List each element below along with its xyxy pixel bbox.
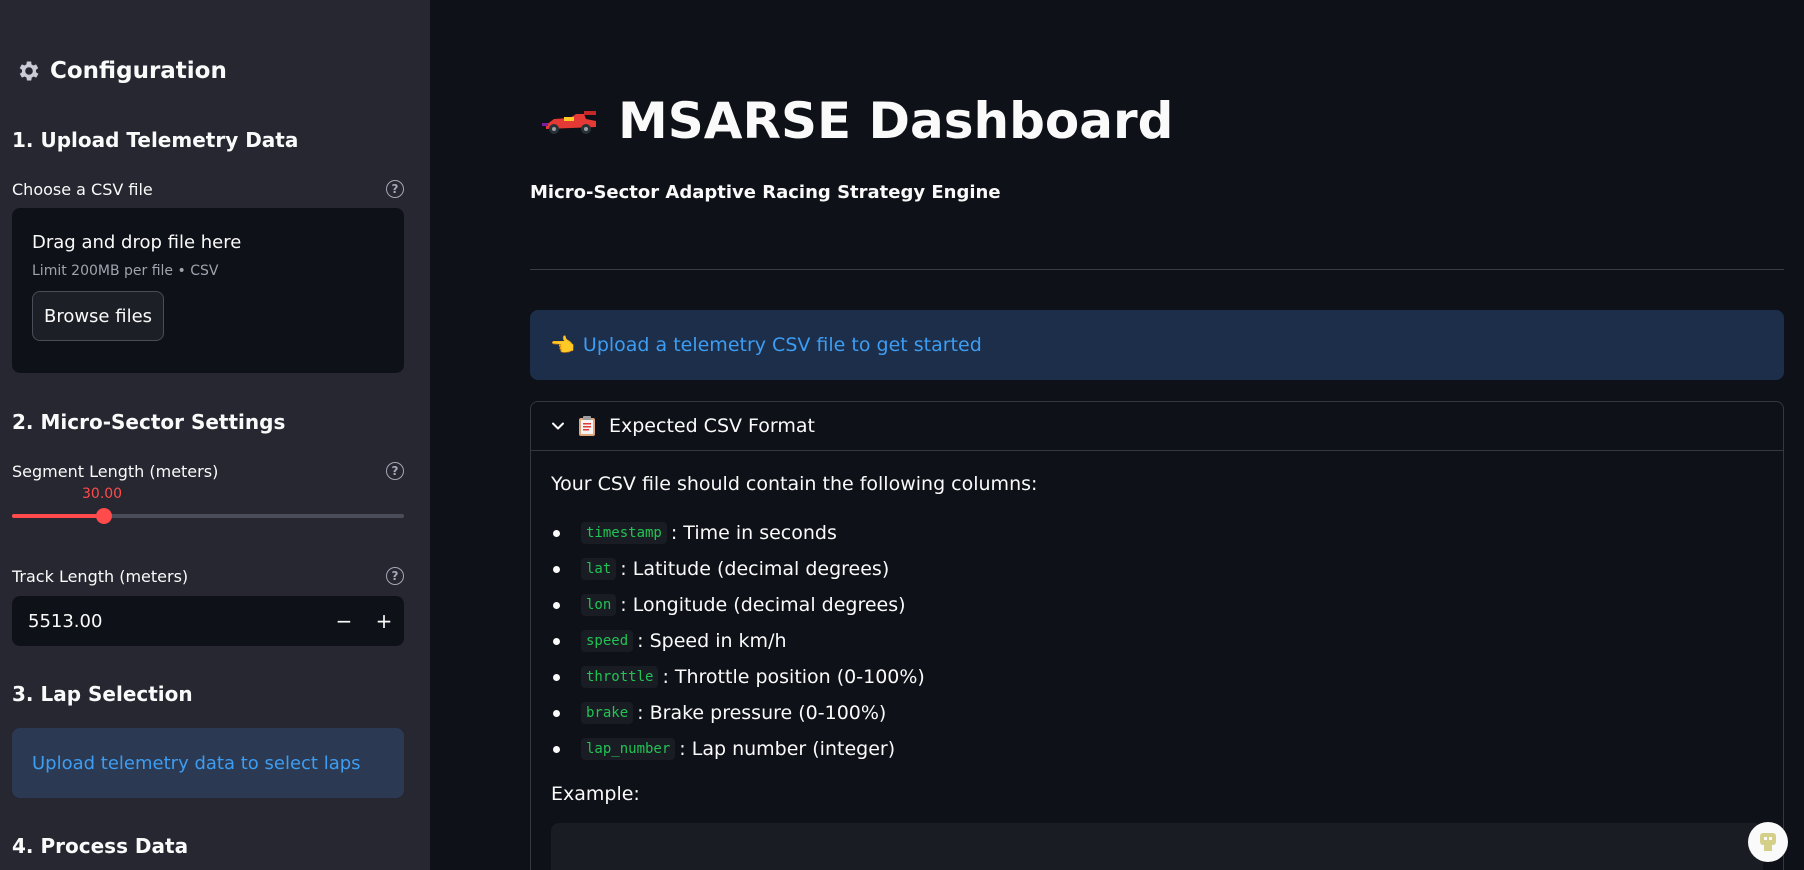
browse-files-button[interactable]: Browse files	[32, 291, 164, 341]
divider	[530, 269, 1784, 270]
column-code: lap_number	[581, 738, 676, 760]
gear-icon	[19, 61, 39, 81]
example-code-block	[551, 823, 1763, 870]
dropzone-text: Drag and drop file here	[32, 232, 242, 253]
list-item: lat: Latitude (decimal degrees)	[551, 551, 1763, 587]
column-desc: : Longitude (decimal degrees)	[620, 594, 906, 616]
list-item: lap_number: Lap number (integer)	[551, 731, 1763, 767]
sidebar: Configuration 1. Upload Telemetry Data C…	[0, 0, 430, 870]
expander-title: Expected CSV Format	[609, 415, 816, 437]
page-title-text: MSARSE Dashboard	[618, 92, 1174, 150]
help-icon[interactable]: ?	[386, 462, 404, 480]
upload-info-text: Upload a telemetry CSV file to get start…	[582, 334, 982, 356]
list-item: brake: Brake pressure (0-100%)	[551, 695, 1763, 731]
dropzone-limit: Limit 200MB per file • CSV	[32, 263, 219, 279]
section-heading-micro-sector: 2. Micro-Sector Settings	[12, 410, 286, 434]
slider-fill	[12, 514, 105, 518]
csv-format-expander: Expected CSV Format Your CSV file should…	[530, 401, 1784, 870]
list-item: speed: Speed in km/h	[551, 623, 1763, 659]
columns-list: timestamp: Time in seconds lat: Latitude…	[551, 515, 1763, 767]
race-car-icon	[542, 111, 596, 134]
file-label: Choose a CSV file	[12, 180, 153, 199]
help-icon[interactable]: ?	[386, 567, 404, 585]
column-desc: : Time in seconds	[670, 522, 837, 544]
track-length-input[interactable]: 5513.00 − +	[12, 596, 404, 646]
page-subtitle: Micro-Sector Adaptive Racing Strategy En…	[530, 182, 1001, 203]
columns-intro: Your CSV file should contain the followi…	[551, 473, 1038, 495]
sidebar-title-text: Configuration	[50, 58, 227, 84]
app-avatar-icon[interactable]	[1748, 822, 1788, 862]
column-desc: : Speed in km/h	[637, 630, 787, 652]
expander-header[interactable]: Expected CSV Format	[531, 402, 1783, 451]
status-icon	[1760, 833, 1776, 851]
list-item: timestamp: Time in seconds	[551, 515, 1763, 551]
column-desc: : Lap number (integer)	[679, 738, 896, 760]
column-desc: : Brake pressure (0-100%)	[637, 702, 887, 724]
list-item: throttle: Throttle position (0-100%)	[551, 659, 1763, 695]
chevron-down-icon	[552, 422, 564, 430]
segment-length-value: 30.00	[82, 486, 123, 502]
segment-length-label: Segment Length (meters)	[12, 462, 219, 481]
column-code: speed	[581, 630, 634, 652]
main-content: MSARSE Dashboard Micro-Sector Adaptive R…	[430, 0, 1804, 870]
clipboard-icon	[579, 416, 595, 436]
column-code: throttle	[581, 666, 659, 688]
page-title: MSARSE Dashboard	[540, 92, 1173, 150]
section-heading-process-data: 4. Process Data	[12, 834, 189, 858]
segment-length-slider[interactable]	[12, 508, 404, 524]
upload-info-banner: 👈 Upload a telemetry CSV file to get sta…	[530, 310, 1784, 380]
help-icon[interactable]: ?	[386, 180, 404, 198]
decrement-button[interactable]: −	[324, 596, 364, 646]
example-label: Example:	[551, 783, 640, 805]
track-length-label: Track Length (meters)	[12, 567, 189, 586]
column-code: brake	[581, 702, 634, 724]
column-desc: : Latitude (decimal degrees)	[620, 558, 890, 580]
sidebar-title: Configuration	[16, 58, 227, 84]
section-heading-upload: 1. Upload Telemetry Data	[12, 128, 299, 152]
pointing-hand-icon: 👈	[550, 333, 575, 357]
track-length-value[interactable]: 5513.00	[12, 611, 324, 632]
list-item: lon: Longitude (decimal degrees)	[551, 587, 1763, 623]
increment-button[interactable]: +	[364, 596, 404, 646]
slider-thumb[interactable]	[96, 508, 113, 524]
column-code: timestamp	[581, 522, 667, 544]
column-code: lon	[581, 594, 617, 616]
column-code: lat	[581, 558, 617, 580]
lap-selection-info: Upload telemetry data to select laps	[12, 728, 404, 798]
column-desc: : Throttle position (0-100%)	[662, 666, 925, 688]
expander-body: Your CSV file should contain the followi…	[531, 451, 1783, 870]
section-heading-lap-selection: 3. Lap Selection	[12, 682, 193, 706]
file-dropzone[interactable]: Drag and drop file here Limit 200MB per …	[12, 208, 404, 373]
